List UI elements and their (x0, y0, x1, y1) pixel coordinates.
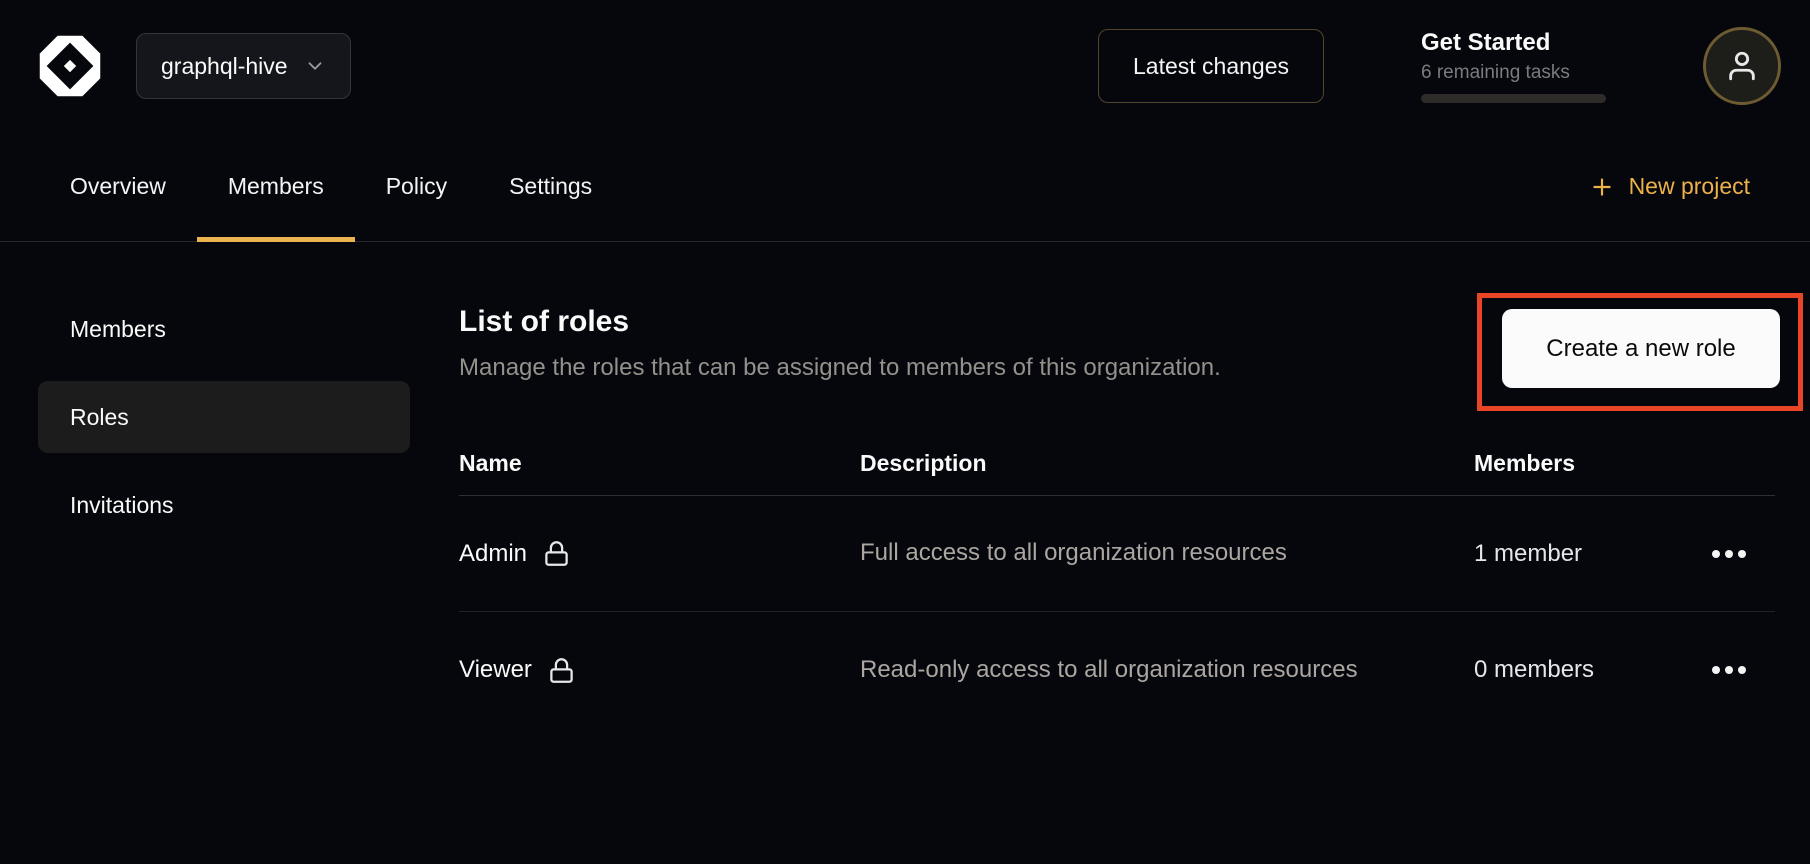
table-header-row: Name Description Members (459, 432, 1775, 496)
new-project-button[interactable]: New project (1589, 132, 1750, 241)
column-header-description: Description (860, 450, 1474, 477)
get-started-widget[interactable]: Get Started 6 remaining tasks (1421, 29, 1606, 103)
organization-name: graphql-hive (161, 53, 288, 80)
sidebar-item-members[interactable]: Members (38, 293, 410, 365)
page-title: List of roles (459, 305, 1221, 339)
hive-logo-icon (37, 30, 103, 102)
new-project-label: New project (1629, 173, 1750, 200)
role-description: Read-only access to all organization res… (860, 653, 1400, 688)
role-more-options-button[interactable] (1699, 534, 1759, 574)
chevron-down-icon (304, 55, 326, 77)
create-new-role-button[interactable]: Create a new role (1502, 309, 1780, 388)
content-area: Members Roles Invitations List of roles … (0, 242, 1810, 728)
role-more-options-button[interactable] (1699, 650, 1759, 690)
lock-icon (543, 540, 570, 567)
table-row-admin: Admin Full access to all organization re… (459, 496, 1775, 612)
role-name-cell: Admin (459, 540, 860, 568)
ellipsis-icon (1712, 550, 1720, 558)
roles-table: Name Description Members Admin Full acce… (459, 432, 1775, 728)
organization-selector[interactable]: graphql-hive (136, 33, 351, 99)
ellipsis-icon (1712, 666, 1720, 674)
top-bar: graphql-hive Latest changes Get Started … (0, 0, 1810, 132)
user-avatar[interactable] (1703, 27, 1781, 105)
members-sidebar: Members Roles Invitations (38, 293, 410, 557)
roles-header-text: List of roles Manage the roles that can … (459, 293, 1221, 382)
table-row-viewer: Viewer Read-only access to all organizat… (459, 612, 1775, 728)
tab-policy[interactable]: Policy (355, 132, 478, 241)
role-name: Viewer (459, 656, 532, 684)
role-member-count: 1 member (1474, 540, 1699, 568)
tab-overview[interactable]: Overview (39, 132, 197, 241)
get-started-remaining-tasks: 6 remaining tasks (1421, 62, 1606, 84)
org-tab-bar: Overview Members Policy Settings New pro… (0, 132, 1810, 242)
role-name-cell: Viewer (459, 656, 860, 684)
roles-panel: List of roles Manage the roles that can … (459, 293, 1775, 728)
role-name: Admin (459, 540, 527, 568)
role-description: Full access to all organization resource… (860, 536, 1400, 571)
tab-settings[interactable]: Settings (478, 132, 623, 241)
get-started-title: Get Started (1421, 29, 1606, 57)
role-member-count: 0 members (1474, 656, 1699, 684)
roles-header: List of roles Manage the roles that can … (459, 293, 1775, 411)
annotation-highlight-box: Create a new role (1477, 293, 1803, 411)
latest-changes-button[interactable]: Latest changes (1098, 29, 1324, 103)
get-started-progress-bar (1421, 94, 1606, 103)
column-header-members: Members (1474, 450, 1699, 477)
user-icon (1725, 49, 1759, 83)
lock-icon (548, 657, 575, 684)
sidebar-item-invitations[interactable]: Invitations (38, 469, 410, 541)
tab-members[interactable]: Members (197, 132, 355, 241)
column-header-name: Name (459, 450, 860, 477)
sidebar-item-roles[interactable]: Roles (38, 381, 410, 453)
plus-icon (1589, 174, 1615, 200)
page-subtitle: Manage the roles that can be assigned to… (459, 354, 1221, 382)
